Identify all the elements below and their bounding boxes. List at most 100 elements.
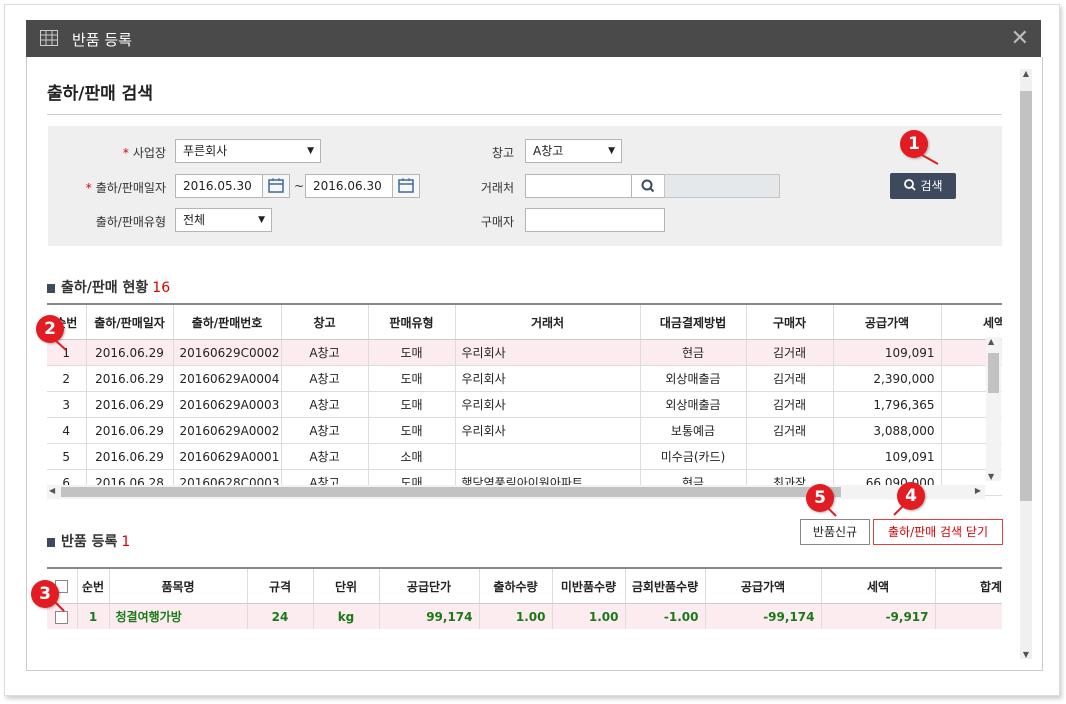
search-button[interactable]: 검색 <box>890 173 956 199</box>
table-cell: 1.00 <box>479 603 553 629</box>
sales-col-header[interactable]: 판매유형 <box>368 305 456 340</box>
scrollbar-thumb[interactable] <box>61 487 841 497</box>
scroll-up-icon[interactable]: ▲ <box>1020 69 1032 78</box>
returns-subheader: 반품 등록 1 <box>47 531 130 551</box>
returns-grid: 순번 품목명 규격 단위 공급단가 출하수량 미반품수량 금회반품수량 공급가액 세액 합계 1 청결… <box>47 567 1002 629</box>
table-cell: 1 <box>77 603 110 629</box>
grid-icon <box>40 30 58 46</box>
calendar-icon[interactable] <box>392 174 420 198</box>
table-row[interactable]: 1 청결여행가방 24 kg 99,174 1.00 1.00 -1.00 -99,174 -9,… <box>47 603 1002 629</box>
window-titlebar: 반품 등록 ✕ <box>26 20 1041 57</box>
scrollbar-thumb[interactable] <box>988 353 999 393</box>
returns-body: 1 청결여행가방 24 kg 99,174 1.00 1.00 -1.00 -99,174 -9,… <box>47 603 1002 629</box>
square-bullet-icon <box>47 283 55 293</box>
returns-col-header[interactable]: 품목명 <box>109 569 248 604</box>
table-cell: 20160629A0001 <box>173 443 282 470</box>
table-cell: 20160629A0003 <box>173 391 282 418</box>
returns-col-header[interactable]: 금회반품수량 <box>625 569 706 604</box>
client-name-readonly <box>664 174 780 198</box>
sales-vscroll[interactable]: ▲ ▼ <box>986 337 1001 481</box>
table-cell: 3 <box>47 391 87 418</box>
returns-col-header[interactable]: 미반품수량 <box>552 569 626 604</box>
sales-grid: 순번출하/판매일자출하/판매번호창고판매유형거래처대금결제방법구매자공급가액세액… <box>47 303 1002 501</box>
main-scrollbar[interactable]: ▲ ▼ <box>1020 69 1032 659</box>
client-input[interactable] <box>525 174 632 198</box>
table-cell: 김거래 <box>746 339 834 366</box>
buyer-input[interactable] <box>525 208 665 232</box>
square-bullet-icon <box>47 537 55 547</box>
table-cell: 우리회사 <box>455 391 641 418</box>
window-title: 반품 등록 <box>72 31 132 49</box>
table-row[interactable]: 3 2016.06.29 20160629A0003 A창고 도매 우리회사 외상매출금 김거… <box>47 391 1002 418</box>
table-cell: 5 <box>47 443 87 470</box>
table-cell: 미수금(카드) <box>640 443 747 470</box>
close-icon[interactable]: ✕ <box>1011 26 1029 51</box>
table-cell: 20160629C0002 <box>173 339 282 366</box>
search-icon[interactable] <box>631 174 665 198</box>
table-cell: 1.00 <box>552 603 626 629</box>
date-label: * 출하/판매일자 <box>85 181 166 195</box>
table-cell: 도매 <box>368 391 456 418</box>
table-cell: -99,174 <box>705 603 822 629</box>
table-cell: 도매 <box>368 339 456 366</box>
type-select[interactable]: 전체 ▼ <box>175 208 272 232</box>
table-row[interactable]: 1 2016.06.29 20160629C0002 A창고 도매 우리회사 현금 김거래 10… <box>47 339 1002 366</box>
table-row[interactable]: 5 2016.06.29 20160629A0001 A창고 소매 미수금(카드) 109,… <box>47 443 1002 470</box>
table-cell: 우리회사 <box>455 417 641 444</box>
table-cell: 2016.06.29 <box>86 443 174 470</box>
business-select[interactable]: 푸른회사 ▼ <box>175 139 321 163</box>
calendar-icon[interactable] <box>262 174 290 198</box>
table-cell: 109,091 <box>833 339 942 366</box>
callout-badge-3: 3 <box>31 580 59 608</box>
scrollbar-thumb[interactable] <box>1020 91 1032 501</box>
date-from-input[interactable]: 2016.05.30 <box>175 174 263 198</box>
table-cell <box>935 603 1002 629</box>
sales-hscroll[interactable]: ◀ ▶ <box>47 485 985 499</box>
scroll-up-icon[interactable]: ▲ <box>988 337 994 346</box>
sales-col-header[interactable]: 대금결제방법 <box>640 305 747 340</box>
row-checkbox-cell[interactable] <box>47 603 78 629</box>
table-cell: A창고 <box>281 417 369 444</box>
returns-col-header[interactable]: 단위 <box>313 569 380 604</box>
scroll-down-icon[interactable]: ▼ <box>1020 650 1032 659</box>
returns-col-header[interactable]: 출하수량 <box>479 569 553 604</box>
scroll-right-icon[interactable]: ▶ <box>975 486 981 495</box>
scroll-down-icon[interactable]: ▼ <box>988 472 994 481</box>
date-separator: ~ <box>294 179 305 193</box>
returns-col-header[interactable]: 세액 <box>821 569 936 604</box>
table-cell: 2 <box>47 365 87 392</box>
returns-col-header[interactable]: 공급가액 <box>705 569 822 604</box>
table-cell: A창고 <box>281 339 369 366</box>
warehouse-select[interactable]: A창고 ▼ <box>525 139 622 163</box>
sales-col-header[interactable]: 출하/판매일자 <box>86 305 174 340</box>
table-row[interactable]: 4 2016.06.29 20160629A0002 A창고 도매 우리회사 보통예금 김거래… <box>47 417 1002 444</box>
caret-down-icon: ▼ <box>307 146 314 156</box>
caret-down-icon: ▼ <box>608 146 615 156</box>
returns-col-header[interactable]: 공급단가 <box>379 569 480 604</box>
client-label: 거래처 <box>480 181 514 195</box>
table-cell: 보통예금 <box>640 417 747 444</box>
date-to-input[interactable]: 2016.06.30 <box>305 174 393 198</box>
new-return-button[interactable]: 반품신규 <box>800 519 870 545</box>
table-row[interactable]: 2 2016.06.29 20160629A0004 A창고 도매 우리회사 외상매출금 김거… <box>47 365 1002 392</box>
returns-col-header[interactable]: 규격 <box>247 569 314 604</box>
sales-body: 1 2016.06.29 20160629C0002 A창고 도매 우리회사 현금 김거래 10… <box>47 339 1002 496</box>
table-cell: 우리회사 <box>455 365 641 392</box>
scroll-left-icon[interactable]: ◀ <box>49 486 55 495</box>
search-icon <box>904 179 917 191</box>
table-cell: 외상매출금 <box>640 365 747 392</box>
row-checkbox[interactable] <box>55 610 69 624</box>
sales-col-header[interactable]: 거래처 <box>455 305 641 340</box>
sales-col-header[interactable]: 창고 <box>281 305 369 340</box>
sales-col-header[interactable]: 구매자 <box>746 305 834 340</box>
table-cell: 1,796,365 <box>833 391 942 418</box>
returns-col-header[interactable]: 합계 <box>935 569 1002 604</box>
sales-col-header[interactable]: 공급가액 <box>833 305 942 340</box>
table-cell: 김거래 <box>746 417 834 444</box>
table-cell: 소매 <box>368 443 456 470</box>
close-search-button[interactable]: 출하/판매 검색 닫기 <box>873 519 1003 545</box>
returns-col-header[interactable]: 순번 <box>77 569 110 604</box>
table-cell: 2,390,000 <box>833 365 942 392</box>
sales-col-header[interactable]: 출하/판매번호 <box>173 305 282 340</box>
sales-col-header[interactable]: 세액 <box>941 305 1002 340</box>
